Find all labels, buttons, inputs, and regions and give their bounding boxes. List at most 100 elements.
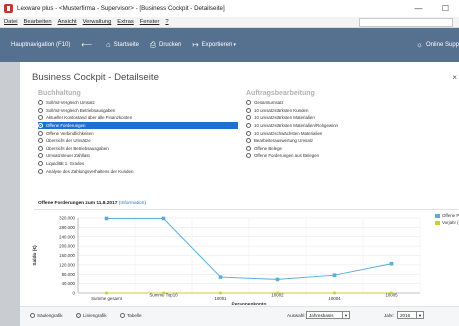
auswahl-select[interactable]: Jahresbasis ▼ (306, 311, 350, 319)
saeulengrafik-radio[interactable]: Säulengrafik (30, 313, 63, 318)
buchhaltung-option-label: Offene Forderungen (46, 123, 86, 129)
home-icon: ⌂ (106, 40, 111, 50)
chevron-down-icon: ▼ (416, 312, 423, 319)
buchhaltung-option-6[interactable]: Übersicht der Betriebsausgaben (38, 145, 238, 153)
buchhaltung-option-label: Übersicht der Betriebsausgaben (46, 145, 109, 151)
buchhaltung-option-label: Soll/Ist-Vergleich Betriebsausgaben (46, 107, 116, 113)
radio-button-icon (38, 138, 43, 144)
close-icon[interactable]: × (452, 73, 457, 82)
buchhaltung-option-label: Analyse des Zahlungsverhaltens der Kunde… (46, 168, 134, 174)
data-point (333, 291, 336, 295)
liniengrafik-radio[interactable]: Liniengrafik (76, 313, 107, 318)
radio-button-icon (38, 115, 43, 121)
y-tick-label: 320.000 (59, 216, 75, 221)
menu-verwaltung[interactable]: Verwaltung (83, 19, 112, 25)
auftrag-option-7[interactable]: Offene Forderungen aus Belegen (246, 152, 446, 160)
legend-swatch (435, 220, 440, 225)
chart-legend: Offene Posten (€) Vorjahr (€) (435, 212, 459, 226)
tabelle-radio[interactable]: Tabelle (120, 313, 142, 318)
buchhaltung-heading: Buchhaltung (38, 90, 81, 97)
buchhaltung-option-label: Offene Verbindlichkeiten (46, 130, 94, 136)
radio-button-icon (246, 130, 251, 136)
y-tick-label: 120.000 (59, 262, 75, 267)
buchhaltung-option-label: Umsatzsteuer Zahllast (46, 153, 90, 159)
back-button[interactable]: ⟵ (81, 41, 95, 49)
buchhaltung-option-label: Liquidität 1. Grades (46, 161, 85, 167)
y-tick-label: 0 (73, 291, 76, 296)
minimize-button[interactable]: — (405, 0, 432, 17)
legend-label: Vorjahr (€) (442, 220, 459, 225)
data-point (275, 277, 280, 282)
jahr-select[interactable]: 2016 ▼ (397, 311, 424, 319)
radio-button-icon (38, 153, 43, 159)
x-tick-label: Summe gesamt (91, 296, 123, 301)
exportieren-label: Exportieren (201, 42, 233, 48)
radio-button-icon (246, 145, 251, 151)
menu-datei[interactable]: Datei (4, 19, 18, 25)
x-tick-label: 10001 (214, 296, 227, 301)
tabelle-label: Tabelle (127, 313, 142, 318)
auftrag-option-6[interactable]: Offene Belege (246, 145, 446, 153)
buchhaltung-option-5[interactable]: Übersicht der Umsätze (38, 137, 238, 145)
menu-bearbeiten[interactable]: Bearbeiten (24, 19, 52, 25)
chevron-down-icon: ▼ (342, 312, 349, 319)
chart-options-bar: Säulengrafik Liniengrafik Tabelle Auswah… (20, 306, 459, 326)
radio-button-icon (38, 145, 43, 151)
buchhaltung-list: Soll/Ist-Vergleich Umsatz Soll/Ist-Vergle… (38, 99, 238, 175)
data-point (104, 216, 109, 221)
startseite-button[interactable]: ⌂ Startseite (106, 41, 139, 49)
auftrag-option-label: Offene Forderungen aus Belegen (254, 153, 320, 159)
buchhaltung-option-8[interactable]: Liquidität 1. Grades (38, 160, 238, 168)
legend-swatch (435, 213, 440, 218)
drucken-button[interactable]: ⎙ Drucken (150, 41, 181, 49)
page-title: Business Cockpit - Detailseite (32, 72, 159, 83)
radio-button-icon (38, 161, 43, 167)
auftrag-option-4[interactable]: 10 umsatzschwächsten Materialien (246, 129, 446, 137)
menu-search-input[interactable] (359, 18, 453, 27)
auftrag-option-0[interactable]: Gesamtumsatz (246, 99, 446, 107)
export-icon: ↦ (192, 40, 199, 50)
auftrag-option-2[interactable]: 10 umsatzstärksten Materialien (246, 114, 446, 122)
y-tick-label: 240.000 (59, 234, 75, 239)
legend-entry: Offene Posten (€) (435, 212, 459, 219)
window-title: Lexware plus - <Musterfirma - Supervisor… (17, 5, 225, 12)
radio-button-icon (246, 115, 251, 121)
buchhaltung-option-2[interactable]: Aktueller Kontostand über alle Finanzkon… (38, 114, 238, 122)
exportieren-button[interactable]: ↦ Exportieren ▾ (192, 41, 239, 49)
chevron-down-icon: ▾ (233, 41, 236, 48)
buchhaltung-option-0[interactable]: Soll/Ist-Vergleich Umsatz (38, 99, 238, 107)
buchhaltung-option-9[interactable]: Analyse des Zahlungsverhaltens der Kunde… (38, 167, 238, 175)
lightbulb-icon: ☼ (416, 40, 423, 50)
menu-extras[interactable]: Extras (117, 19, 133, 25)
radio-dot (120, 313, 125, 318)
menu-ansicht[interactable]: Ansicht (58, 19, 77, 25)
online-support-button[interactable]: ☼ Online Supp (416, 28, 459, 62)
y-tick-label: 200.000 (59, 244, 75, 249)
x-axis-title: Personenkonto (232, 302, 267, 306)
auftrag-option-label: Bearbeiterauswertung Umsatz (254, 138, 314, 144)
maximize-button[interactable]: ☐ (432, 0, 459, 17)
auftrag-option-1[interactable]: 10 umsatzstärksten Kunden (246, 107, 446, 115)
auftrag-option-5[interactable]: Bearbeiterauswertung Umsatz (246, 137, 446, 145)
menu-help[interactable]: ? (165, 19, 168, 25)
menu-fenster[interactable]: Fenster (140, 19, 160, 25)
y-axis-title: Saldo (€) (32, 245, 38, 266)
chart-title-text: Offene Forderungen zum 11.8.2017 (38, 201, 118, 206)
buchhaltung-option-4[interactable]: Offene Verbindlichkeiten (38, 129, 238, 137)
radio-dot (76, 313, 81, 318)
window-titlebar: Lexware plus - <Musterfirma - Supervisor… (0, 0, 459, 17)
buchhaltung-option-1[interactable]: Soll/Ist-Vergleich Betriebsausgaben (38, 107, 238, 115)
auftrag-option-label: Gesamtumsatz (254, 100, 284, 106)
information-link[interactable]: (Information) (119, 201, 146, 206)
auftrag-option-label: Offene Belege (254, 145, 282, 151)
auftrag-option-3[interactable]: 10 umsatzstärksten Materialien/Rohgewinn (246, 122, 446, 130)
radio-button-icon (246, 153, 251, 159)
auftragsbearbeitung-heading: Auftragsbearbeitung (246, 90, 315, 97)
buchhaltung-option-3[interactable]: Offene Forderungen (38, 121, 238, 130)
x-tick-label: 10004 (328, 296, 341, 301)
data-point (390, 291, 393, 295)
buchhaltung-option-label: Übersicht der Umsätze (46, 138, 91, 144)
hauptnavigation-button[interactable]: Hauptnavigation (F10) (11, 42, 70, 48)
buchhaltung-option-7[interactable]: Umsatzsteuer Zahllast (38, 152, 238, 160)
radio-button-icon (246, 123, 251, 129)
